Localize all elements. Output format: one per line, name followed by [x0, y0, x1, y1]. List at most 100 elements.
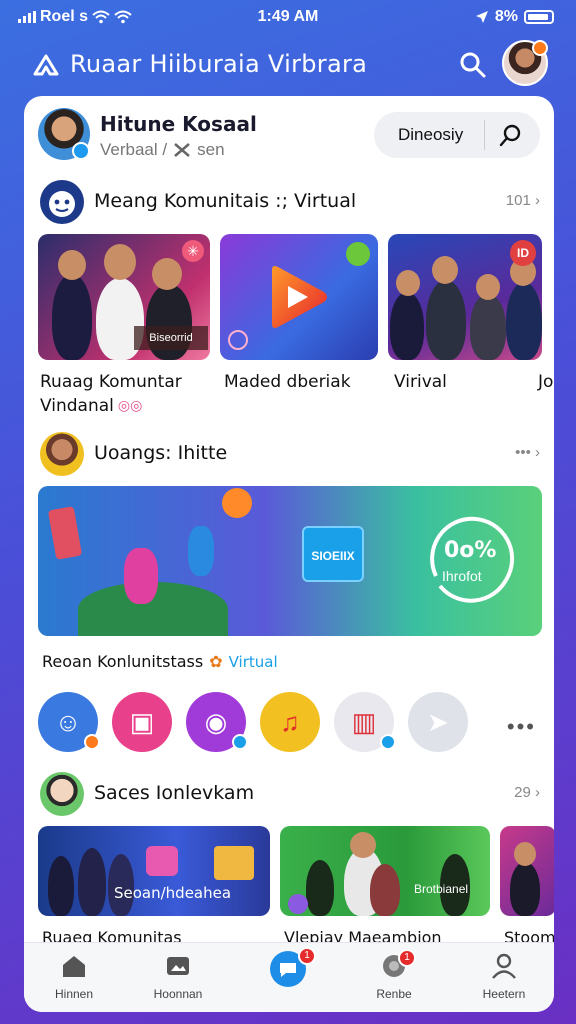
- badge-icon: [346, 242, 370, 266]
- search-pill-divider: [484, 120, 485, 150]
- person-head: [432, 256, 458, 284]
- id-badge: ID: [510, 240, 536, 266]
- person-figure: [306, 860, 334, 916]
- profile-sub-right: sen: [197, 140, 225, 159]
- section-count-value: 101: [505, 192, 531, 209]
- card-label: Ruaag Komuntar: [40, 372, 182, 392]
- card-label-line2: Vindanal ◎◎: [40, 396, 142, 416]
- nav-label: Hoonnan: [153, 987, 203, 1001]
- battery-percent: 8%: [494, 8, 518, 25]
- badge-icon: [288, 894, 308, 914]
- card-prop: [47, 506, 83, 560]
- banner-percent: 0o%: [444, 538, 497, 563]
- music-icon[interactable]: ♫: [260, 692, 320, 752]
- play-bubble-icon: [222, 488, 252, 518]
- sparkle-icon: ✿: [209, 652, 223, 671]
- sparkle-icon: ✳: [182, 240, 204, 262]
- gallery-icon: [167, 957, 189, 975]
- section-count-value: 29: [514, 784, 531, 801]
- person-figure: [78, 848, 106, 916]
- section-avatar: [40, 432, 84, 476]
- banner-tag: SIOEIIX: [302, 526, 364, 582]
- section-title: Saces Ionlevkam: [94, 782, 255, 804]
- search-icon[interactable]: [498, 122, 524, 148]
- card-overlay-label: Seoan/hdeahea: [114, 884, 232, 902]
- person-head: [396, 270, 420, 296]
- person-head: [152, 258, 182, 290]
- box-prop: [214, 846, 254, 880]
- person-figure: [426, 280, 466, 360]
- card-overlay-label: Biseorrid: [134, 326, 208, 350]
- person-figure: [48, 856, 74, 916]
- quick-access-row: ☺ ▣ ◉ ♫ ▥ ➤ •••: [38, 692, 540, 758]
- section-header-featured[interactable]: Uoangs: Ihitte ••• ›: [38, 430, 540, 478]
- section-avatar: [40, 772, 84, 816]
- more-options-icon[interactable]: ••• ›: [515, 444, 540, 461]
- person-head: [476, 274, 500, 300]
- gift-circle[interactable]: ▥: [334, 692, 396, 752]
- app-logo-icon: [33, 54, 59, 76]
- card-overlay-label: Brotbianel: [414, 882, 469, 896]
- card-label-text: Vindanal: [40, 396, 114, 416]
- character-circle[interactable]: ☺: [38, 692, 100, 752]
- verified-badge-icon: [72, 142, 90, 160]
- status-right: 8%: [475, 8, 554, 26]
- nav-label: Renbe: [376, 987, 412, 1001]
- person-figure: [506, 282, 542, 360]
- card-label: Jo: [538, 372, 554, 392]
- mascot-icon: [40, 180, 84, 224]
- nav-label: Heetern: [482, 987, 526, 1001]
- search-icon[interactable]: [458, 50, 488, 80]
- community-card-3[interactable]: ID: [388, 234, 542, 360]
- nav-profile[interactable]: Heetern: [464, 953, 544, 1001]
- profile-row: Hitune Kosaal Verbaal / sen Dineosiy: [38, 108, 540, 164]
- ring-icon: [228, 330, 248, 350]
- banner-sub: Ihrofot: [442, 568, 482, 584]
- emoji-icon: ◎◎: [117, 398, 143, 414]
- profile-icon: [492, 953, 516, 979]
- space-card-3[interactable]: [500, 826, 554, 916]
- section-header-spaces[interactable]: Saces Ionlevkam 29 ›: [38, 770, 540, 818]
- notification-badge: 1: [398, 949, 416, 967]
- community-card-1[interactable]: Biseorrid ✳: [38, 234, 210, 360]
- profile-name: Hitune Kosaal: [100, 112, 257, 136]
- caption-accent: Virtual: [228, 652, 278, 671]
- app-title: Ruaar Hiiburaia Virbrara: [70, 50, 368, 78]
- mask-circle[interactable]: ◉: [186, 692, 248, 752]
- card-label: Maded dberiak: [224, 372, 351, 392]
- location-arrow-icon: [475, 11, 488, 23]
- character-figure: [188, 526, 214, 576]
- person-figure: [52, 274, 92, 360]
- space-card-2[interactable]: Brotbianel: [280, 826, 490, 916]
- app-circle[interactable]: ▣: [112, 692, 172, 752]
- person-figure: [370, 864, 400, 916]
- person-figure: [390, 292, 424, 360]
- notification-badge: 1: [298, 947, 316, 965]
- person-head: [58, 250, 86, 280]
- battery-icon: [524, 10, 554, 24]
- nav-activity[interactable]: Renbe: [354, 953, 434, 1001]
- section-header-community[interactable]: Meang Komunitais :; Virtual 101 ›: [38, 178, 540, 226]
- profile-subtitle: Verbaal / sen: [100, 140, 225, 160]
- nav-rooms[interactable]: Hoonnan: [138, 953, 218, 1001]
- nav-home[interactable]: Hinnen: [34, 953, 114, 1001]
- gift-prop: [146, 846, 178, 876]
- home-icon: [63, 956, 85, 977]
- banner-caption: Reoan Konlunitstass ✿ Virtual: [42, 652, 278, 671]
- search-pill-label: Dineosiy: [398, 125, 464, 144]
- tools-icon: [174, 143, 190, 157]
- community-card-2[interactable]: [220, 234, 378, 360]
- person-figure: [470, 294, 506, 360]
- send-icon[interactable]: ➤: [408, 692, 468, 752]
- space-card-1[interactable]: Seoan/hdeahea: [38, 826, 270, 916]
- section-count[interactable]: 29 ›: [514, 784, 540, 801]
- card-label: Virival: [394, 372, 447, 392]
- profile-search-pill[interactable]: Dineosiy: [374, 112, 540, 158]
- section-count[interactable]: 101 ›: [506, 192, 540, 209]
- notification-dot: [532, 40, 548, 56]
- bottom-nav: Hinnen Hoonnan 1 Renbe 1 Heetern: [24, 942, 554, 1012]
- person-head: [514, 842, 536, 866]
- app-header: Ruaar Hiiburaia Virbrara: [0, 38, 576, 90]
- featured-banner[interactable]: SIOEIIX 0o% Ihrofot: [38, 486, 542, 636]
- more-options-icon[interactable]: •••: [507, 714, 536, 740]
